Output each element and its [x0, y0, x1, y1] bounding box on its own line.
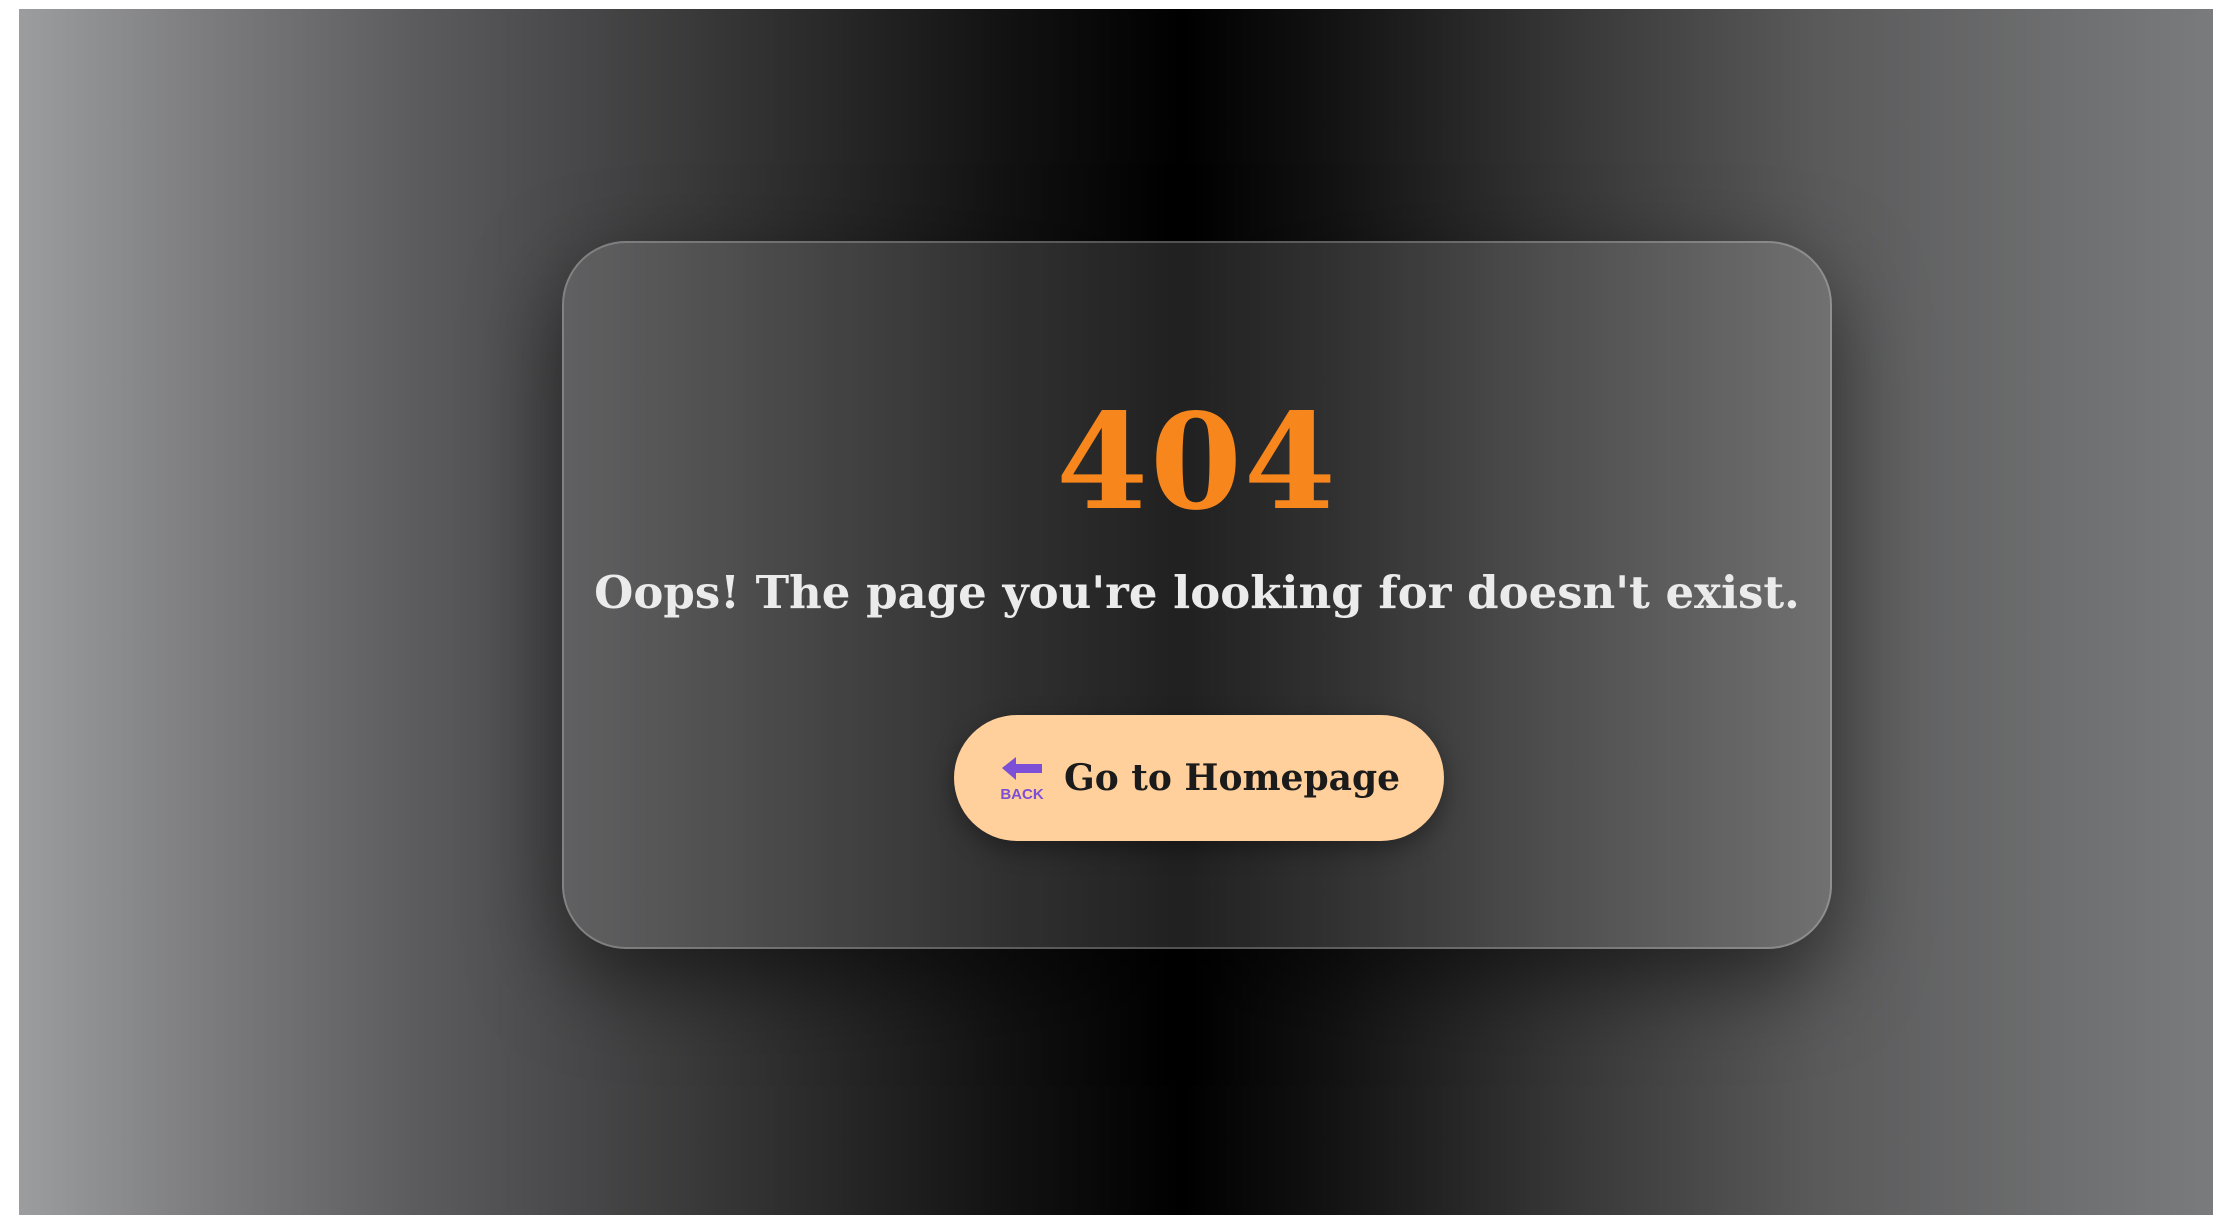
- go-to-homepage-button[interactable]: BACK Go to Homepage: [954, 715, 1444, 841]
- svg-text:BACK: BACK: [1000, 786, 1043, 802]
- error-card: 404 Oops! The page you're looking for do…: [562, 241, 1832, 949]
- button-label: Go to Homepage: [1063, 757, 1401, 799]
- page-background: 404 Oops! The page you're looking for do…: [19, 9, 2213, 1215]
- back-arrow-icon: BACK: [998, 754, 1046, 803]
- error-code: 404: [1056, 385, 1338, 540]
- error-message: Oops! The page you're looking for doesn'…: [594, 566, 1800, 619]
